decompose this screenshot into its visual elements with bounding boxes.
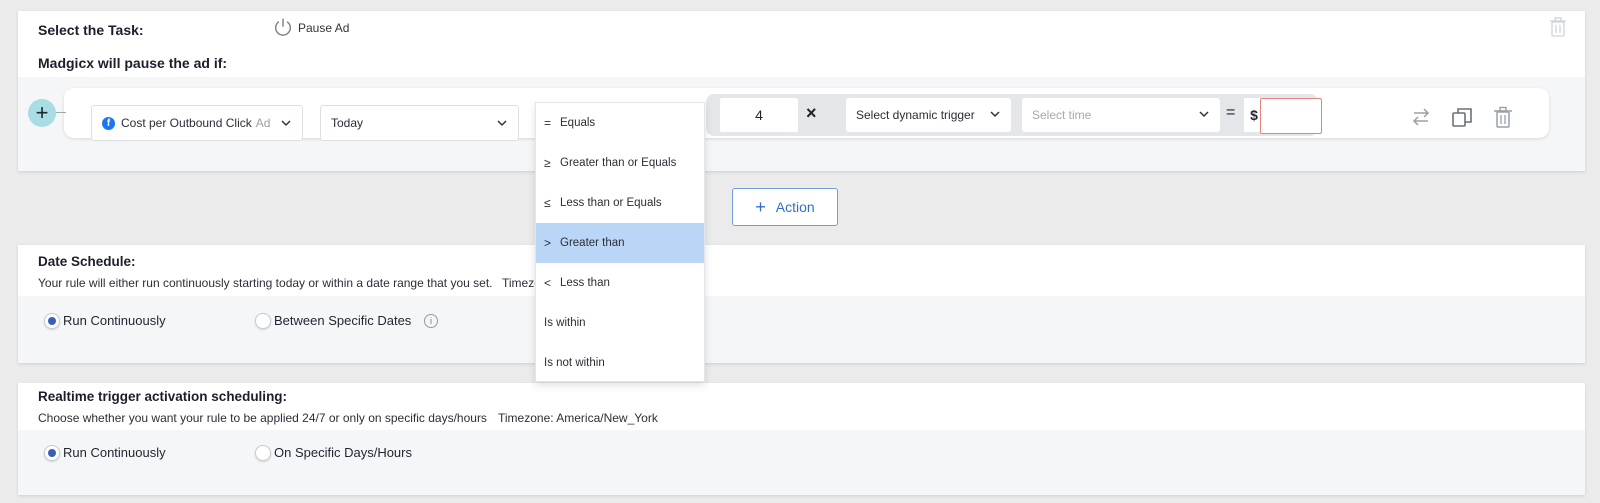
date-schedule-card: Date Schedule: Your rule will either run…	[18, 245, 1585, 363]
dropdown-item-less-than[interactable]: < Less than	[536, 263, 704, 303]
plus-icon: +	[35, 100, 49, 125]
plus-icon: +	[755, 196, 766, 217]
specific-days-label[interactable]: On Specific Days/Hours	[274, 445, 412, 460]
date-schedule-band	[18, 296, 1585, 363]
operator-label: Greater than or Equals	[560, 157, 677, 169]
dynamic-trigger-label: Select dynamic trigger	[856, 108, 975, 122]
operator-symbol: =	[544, 116, 552, 130]
dynamic-trigger-select[interactable]: Select dynamic trigger	[846, 98, 1011, 132]
between-dates-label[interactable]: Between Specific Dates	[274, 313, 411, 328]
trash-icon[interactable]	[1549, 17, 1567, 37]
value-group: 4 × Select dynamic trigger Select time =…	[706, 94, 1322, 136]
realtime-schedule-card: Realtime trigger activation scheduling: …	[18, 383, 1585, 495]
date-schedule-description: Your rule will either run continuously s…	[38, 276, 493, 290]
action-label: Action	[775, 199, 815, 215]
chevron-down-icon	[281, 120, 291, 127]
radio-specific-days[interactable]	[255, 445, 271, 461]
realtime-band	[18, 430, 1585, 495]
add-action-button[interactable]: + Action	[732, 188, 838, 226]
realtime-description: Choose whether you want your rule to be …	[38, 411, 487, 425]
radio-between-dates[interactable]	[255, 313, 271, 329]
times-symbol: ×	[806, 103, 817, 123]
period-select[interactable]: Today	[320, 105, 519, 141]
operator-label: Less than or Equals	[560, 197, 662, 209]
radio-run-continuously[interactable]	[44, 313, 60, 329]
chevron-down-icon	[1199, 111, 1209, 118]
power-icon[interactable]	[272, 17, 294, 39]
connector-line	[56, 112, 66, 113]
period-label: Today	[331, 116, 364, 130]
metric-label: Cost per Outbound Click	[121, 116, 252, 130]
operator-label: Less than	[560, 277, 610, 289]
select-task-label: Select the Task:	[38, 22, 144, 38]
value-input[interactable]	[1260, 98, 1322, 134]
facebook-icon: f	[102, 116, 115, 130]
dropdown-item-less-equals[interactable]: ≤ Less than or Equals	[536, 183, 704, 223]
time-select[interactable]: Select time	[1022, 98, 1220, 132]
run-continuously-label[interactable]: Run Continuously	[63, 445, 166, 460]
operator-symbol: <	[544, 276, 552, 290]
operator-symbol: >	[544, 236, 552, 250]
operator-label: Equals	[560, 117, 596, 129]
realtime-timezone: Timezone: America/New_York	[498, 411, 658, 425]
copy-icon[interactable]	[1451, 106, 1473, 128]
date-schedule-title: Date Schedule:	[38, 254, 136, 269]
info-icon[interactable]: i	[424, 314, 438, 328]
radio-run-continuously[interactable]	[44, 445, 60, 461]
equals-symbol: =	[1226, 104, 1236, 121]
chevron-down-icon	[990, 111, 1000, 118]
dropdown-item-is-not-within[interactable]: Is not within	[536, 343, 704, 383]
operator-symbol: ≥	[544, 156, 551, 170]
dropdown-item-equals[interactable]: = Equals	[536, 103, 704, 143]
metric-select[interactable]: f Cost per Outbound Click Ad	[91, 105, 303, 141]
dropdown-item-greater-equals[interactable]: ≥ Greater than or Equals	[536, 143, 704, 183]
dropdown-item-greater-than[interactable]: > Greater than	[536, 223, 704, 263]
operator-label: Is within	[544, 317, 586, 329]
realtime-title: Realtime trigger activation scheduling:	[38, 389, 288, 404]
operator-dropdown: = Equals ≥ Greater than or Equals ≤ Less th…	[535, 102, 705, 382]
operator-label: Greater than	[560, 237, 625, 249]
operator-symbol: ≤	[544, 196, 551, 210]
dropdown-item-is-within[interactable]: Is within	[536, 303, 704, 343]
pause-ad-label[interactable]: Pause Ad	[298, 21, 349, 35]
operator-label: Is not within	[544, 357, 605, 369]
run-continuously-label[interactable]: Run Continuously	[63, 313, 166, 328]
multiplier-input[interactable]: 4	[720, 98, 798, 132]
add-condition-button[interactable]: +	[28, 99, 56, 127]
condition-heading: Madgicx will pause the ad if:	[38, 55, 228, 71]
chevron-down-icon	[497, 120, 507, 127]
trash-icon[interactable]	[1492, 106, 1514, 128]
metric-suffix: Ad	[255, 116, 271, 130]
time-placeholder: Select time	[1032, 108, 1092, 122]
swap-icon[interactable]	[1410, 106, 1432, 128]
